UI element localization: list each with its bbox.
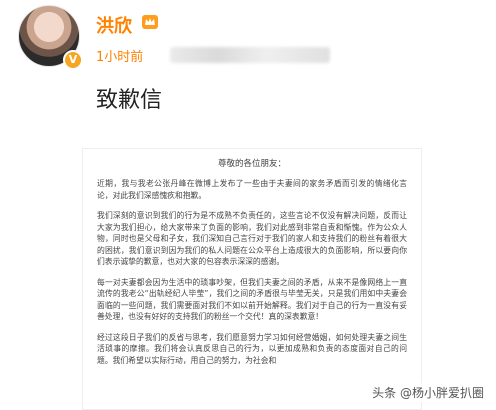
post-timestamp[interactable]: 1小时前 (96, 46, 143, 65)
author-name[interactable]: 洪欣 (96, 12, 132, 38)
letter-greeting: 尊敬的各位朋友： (217, 159, 286, 169)
letter-paragraph: 近期，我与我老公张丹峰在微博上发布了一些由于夫妻间的家务矛盾而引发的情绪化言论，… (97, 179, 407, 200)
letter-paragraph: 我们深刻的意识到我们的行为是不成熟不负责任的，这些言论不仅没有解决问题，反而让大… (97, 211, 407, 266)
apology-letter-image[interactable]: 尊敬的各位朋友： 近期，我与我老公张丹峰在微博上发布了一些由于夫妻间的家务矛盾而… (82, 148, 422, 410)
letter-paragraph: 每一对夫妻都会因为生活中的琐事吵架，但我们夫妻之间的矛盾，从来不是像网络上一直流… (97, 277, 407, 322)
blurred-source-text (170, 47, 330, 63)
watermark: 头条 @杨小胖爱扒圈 (368, 383, 488, 402)
verified-badge-icon: V (63, 50, 83, 70)
crown-badge-icon (142, 15, 158, 29)
letter-paragraph: 经过这段日子我们的反省与思考，我们愿意努力学习如何经营婚姻，如何处理夫妻之间生活… (97, 332, 407, 365)
post-title: 致歉信 (96, 88, 163, 113)
